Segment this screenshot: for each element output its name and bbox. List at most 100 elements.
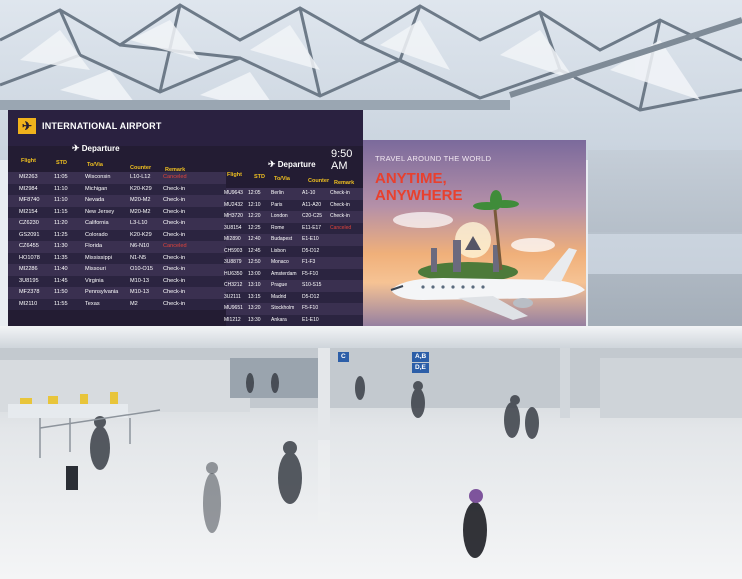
cell-remark: Canceled [330, 224, 352, 231]
table-row: MI2890 12:40 Budapest E1-E10 [224, 234, 363, 246]
table-row: MI1212 13:30 Ankara E1-E10 [224, 314, 363, 326]
cell-remark: Check-in [163, 231, 186, 238]
cell-flight: HU6350 [224, 270, 243, 277]
cell-remark: Check-in [163, 208, 186, 215]
cell-to: Pennsylvania [85, 289, 119, 295]
ad-illustration [390, 190, 585, 320]
cell-to: Berlin [271, 190, 284, 196]
airport-name: INTERNATIONAL AIRPORT [42, 121, 162, 131]
mezzanine-balcony [0, 326, 742, 348]
cell-remark: Canceled [163, 174, 187, 180]
table-row: HO1078 11:35 Mississippi N1-N5 Check-in [8, 252, 226, 264]
cell-to: Paris [271, 201, 283, 208]
table-row: MI2263 11:05 Wisconsin L10-L12 Canceled [8, 172, 226, 184]
cell-counter: N1-N5 [130, 254, 147, 261]
cell-std: 11:25 [54, 231, 68, 238]
cell-counter: A11-A20 [302, 201, 322, 208]
cell-to: Monaco [271, 259, 289, 265]
cell-counter: C20-C25 [302, 213, 323, 219]
cell-to: Virginia [85, 277, 104, 284]
cell-to: Nevada [85, 197, 105, 203]
col-header-to: To/Via [87, 162, 103, 168]
cell-std: 11:20 [54, 220, 68, 226]
departure-text: Departure [81, 144, 120, 153]
direction-sign-c: C [338, 352, 349, 362]
col-header-remark-2: Remark [334, 180, 355, 186]
cell-counter: F5-F10 [302, 305, 319, 311]
cell-remark: Check-in [163, 277, 186, 284]
cell-counter: M10-13 [130, 277, 149, 284]
cell-counter: M20-M2 [130, 197, 151, 203]
departure-text: Departure [277, 160, 316, 169]
cell-remark: Check-in [330, 201, 350, 208]
table-row: GS2091 11:25 Colorado K20-K29 Check-in [8, 229, 226, 241]
airport-logo-icon: ✈ [18, 118, 36, 134]
table-row: MU2432 12:10 Paris A11-A20 Check-in [224, 199, 363, 211]
cell-to: Wisconsin [85, 174, 111, 180]
cell-to: Florida [85, 243, 103, 249]
cell-counter: A1-10 [302, 190, 316, 196]
cell-std: 11:15 [54, 208, 68, 215]
table-row: MF8740 11:10 Nevada M20-M2 Check-in [8, 195, 226, 207]
table-row: CZ6455 11:30 Florida N6-N10 Canceled [8, 241, 226, 253]
direction-sign-ab: A,B [412, 352, 430, 362]
cell-counter: L3-L10 [130, 220, 148, 226]
cell-std: 12:40 [248, 236, 261, 242]
cell-flight: GS2091 [19, 231, 40, 238]
cell-flight: 3U8195 [19, 277, 39, 284]
cell-flight: CH5903 [224, 247, 243, 254]
cell-flight: MI2890 [224, 236, 241, 242]
cell-remark: Check-in [163, 197, 186, 203]
departures-table-right: MU9643 12:05 Berlin A1-10 Check-in MU2432 12:1… [224, 188, 363, 326]
ceiling-beam [0, 100, 510, 110]
col-header-std: STD [56, 160, 67, 166]
col-header-std-2: STD [254, 174, 265, 180]
cell-std: 12:45 [248, 247, 261, 254]
cell-to: Texas [85, 300, 100, 307]
cell-remark: Check-in [163, 185, 186, 192]
cell-to: Ankara [271, 316, 287, 323]
cell-to: California [85, 220, 109, 226]
cell-counter: K20-K29 [130, 231, 152, 238]
cell-to: Madrid [271, 293, 287, 300]
cell-std: 11:05 [54, 174, 68, 180]
col-header-flight: Flight [21, 158, 36, 164]
cell-counter: M2 [130, 300, 138, 307]
table-row: 3U8879 12:50 Monaco F1-F3 [224, 257, 363, 269]
cell-to: Lisbon [271, 247, 286, 254]
table-row: MI2286 11:40 Missouri O10-O15 Check-in [8, 264, 226, 276]
direction-sign-de: D,E [412, 363, 429, 373]
cell-remark: Check-in [163, 220, 186, 226]
cell-remark: Check-in [330, 213, 350, 219]
cell-to: London [271, 213, 288, 219]
cell-remark: Check-in [330, 190, 350, 196]
ad-headline: ANYTIME, ANYWHERE [375, 170, 463, 204]
cell-std: 13:10 [248, 282, 261, 288]
cell-flight: CZ6230 [19, 220, 39, 226]
cell-counter: E11-E17 [302, 224, 322, 231]
cell-std: 12:50 [248, 259, 261, 265]
cell-counter: S10-S15 [302, 282, 322, 288]
cell-flight: MI2154 [19, 208, 38, 215]
ad-headline-line-1: ANYTIME, [375, 170, 447, 187]
cell-flight: MF8740 [19, 197, 40, 203]
cell-std: 12:10 [248, 201, 261, 208]
plane-icon: ✈ [72, 143, 80, 153]
table-row: CZ6230 11:20 California L3-L10 Check-in [8, 218, 226, 230]
cell-to: Stockholm [271, 305, 295, 311]
cell-counter: L10-L12 [130, 174, 151, 180]
table-row: 3U2111 13:15 Madrid D5-D12 [224, 291, 363, 303]
cell-flight: MI2263 [19, 174, 38, 180]
plane-icon: ✈ [268, 159, 276, 169]
cell-to: Prague [271, 282, 288, 288]
table-row: MH3720 12:20 London C20-C25 Check-in [224, 211, 363, 223]
cell-counter: F5-F10 [302, 270, 319, 277]
table-row: HU6350 13:00 Amsterdam F5-F10 [224, 268, 363, 280]
glass-railing [588, 232, 742, 274]
ad-headline-line-2: ANYWHERE [375, 187, 463, 204]
cell-std: 11:35 [54, 254, 68, 261]
cell-flight: MF2378 [19, 289, 40, 295]
cell-std: 11:10 [54, 185, 68, 192]
cell-counter: D5-D12 [302, 247, 320, 254]
cell-flight: MI1212 [224, 316, 241, 323]
